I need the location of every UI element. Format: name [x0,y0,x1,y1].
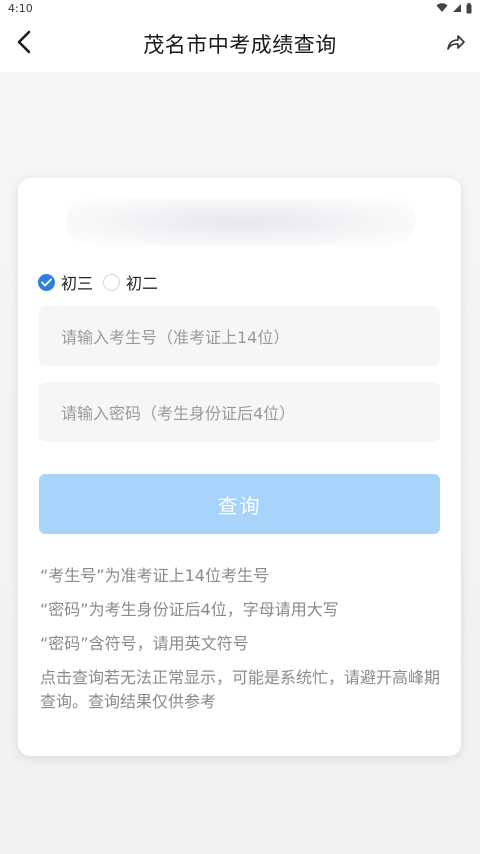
password-input[interactable]: 请输入密码（考生身份证后4位） [39,382,440,442]
status-time: 4:10 [8,1,33,15]
signal-icon [453,4,461,12]
exam-number-placeholder: 请输入考生号（准考证上14位） [61,328,290,347]
note-busy-system: 点击查询若无法正常显示，可能是系统忙，请避开高峰期查询。查询结果仅供参考 [40,668,441,711]
grade-option-junior2[interactable]: 初二 [103,270,158,294]
note-password-format: “密码”为考生身份证后4位，字母请用大写 [40,600,339,619]
exam-number-input[interactable]: 请输入考生号（准考证上14位） [39,306,440,366]
checked-radio-icon [38,273,55,291]
query-button[interactable]: 查询 [39,474,440,534]
battery-icon [466,2,472,13]
query-card: 初三 初二 请输入考生号（准考证上14位） 请输入密码（考生身份证后4位） 查询… [18,178,461,756]
grade-option-junior3[interactable]: 初三 [38,270,93,294]
grade-selector: 初三 初二 [38,270,168,294]
grade-option-label: 初二 [126,274,159,293]
chevron-left-icon [17,30,31,54]
grade-option-label: 初三 [61,274,94,293]
back-button[interactable] [6,22,42,62]
share-arrow-icon [447,35,465,50]
note-exam-number: “考生号”为准考证上14位考生号 [40,566,269,585]
status-bar: 4:10 [0,0,480,16]
app-header: 茂名市中考成绩查询 [0,16,480,72]
unchecked-radio-icon [103,273,121,291]
card-banner [66,198,416,246]
main-area: 初三 初二 请输入考生号（准考证上14位） 请输入密码（考生身份证后4位） 查询… [0,72,480,854]
page-title: 茂名市中考成绩查询 [143,33,337,57]
status-icons [436,2,472,14]
note-password-symbols: “密码”含符号，请用英文符号 [40,634,249,653]
wifi-icon [436,3,448,12]
instructions: “考生号”为准考证上14位考生号 “密码”为考生身份证后4位，字母请用大写 “密… [40,564,445,714]
share-button[interactable] [438,24,474,60]
password-placeholder: 请输入密码（考生身份证后4位） [61,404,296,423]
